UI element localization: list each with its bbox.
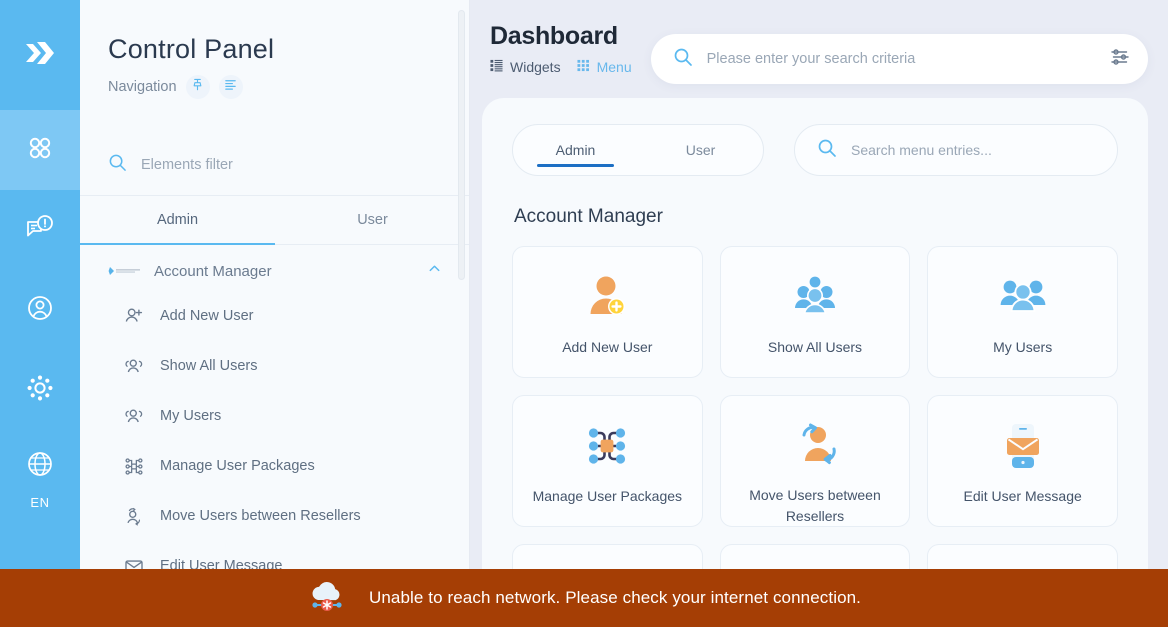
nav-item-manage-user-packages[interactable]: Manage User Packages [80,441,470,491]
tab-admin-label: Admin [555,142,596,158]
tile-label: My Users [993,339,1053,355]
pin-icon [191,78,204,96]
tab-admin[interactable]: Admin [513,125,638,175]
user-move-icon [790,420,840,471]
search-icon [817,138,837,163]
tile-move-users-between-resellers[interactable]: Move Users between Resellers [719,395,911,527]
navigation-header: Control Panel Navigation [80,0,470,99]
phone-message-icon [998,420,1048,472]
global-search-input[interactable] [706,51,1096,67]
menu-search-input[interactable] [851,142,1095,158]
tile-manage-user-packages[interactable]: Manage User Packages [512,395,703,527]
users-blue-icon [790,271,840,323]
icon-rail: EN [0,0,80,627]
list-grid-icon [490,59,503,75]
cloud-disconnected-icon [307,580,347,617]
nav-group-account-manager[interactable]: Account Manager [80,251,470,291]
navigation-panel: Control Panel Navigation Elements filter… [80,0,470,627]
tile-label: Show All Users [767,339,863,355]
sliders-icon[interactable] [1110,47,1130,72]
nav-tab-admin[interactable]: Admin [80,196,275,245]
user-circle-icon [26,294,54,327]
tile-edit-user-message[interactable]: Edit User Message [927,395,1118,527]
nav-item-label: Manage User Packages [160,458,315,474]
toast-message: Unable to reach network. Please check yo… [368,588,862,607]
nav-tab-admin-label: Admin [156,212,199,228]
tile-label: Add New User [562,339,653,355]
nav-item-show-all-users[interactable]: Show All Users [80,341,470,391]
navigation-subtitle: Navigation [108,79,177,95]
nav-item-label: My Users [160,408,222,424]
sidebar-item-profile[interactable] [0,270,80,350]
content-card: Admin User Account Manage [482,98,1148,627]
nav-tab-user-label: User [357,212,388,228]
header-links: Widgets Menu [490,59,632,75]
tile-label: Edit User Message [963,488,1082,504]
sidebar-item-settings[interactable] [0,350,80,430]
chevron-up-icon[interactable] [427,261,442,281]
language-switcher[interactable]: EN [0,450,80,510]
globe-icon [26,450,54,483]
grid-squares-icon [577,59,590,75]
navigation-tabs: Admin User [80,195,470,245]
header-link-label: Widgets [510,59,561,75]
search-icon [108,153,127,177]
global-search-bar [650,34,1148,84]
message-alert-icon [25,213,55,248]
content-toolbar: Admin User [512,124,1118,176]
header-link-widgets[interactable]: Widgets [490,59,561,75]
brand-mark-icon [108,266,142,276]
pin-button[interactable] [185,75,210,99]
tab-user-label: User [685,142,716,158]
package-nodes-icon [124,456,144,476]
sidebar-item-notifications[interactable] [0,190,80,270]
nav-item-move-users-between-resellers[interactable]: Move Users between Resellers [80,491,470,541]
tile-label: Move Users between Resellers [749,487,881,524]
user-plus-icon [124,306,144,326]
list-indent-icon [224,78,237,96]
sidebar-item-dashboard[interactable] [0,110,80,190]
gear-icon [26,374,54,407]
header-link-label: Menu [596,59,632,75]
section-title: Account Manager [514,206,663,227]
main-header: Dashboard Widgets Menu Please enter your… [482,0,1148,84]
users-group-icon [124,356,144,376]
nav-item-label: Move Users between Resellers [160,508,361,524]
tile-label: Manage User Packages [532,488,683,504]
app-root: EN Control Panel Navigation Elements fil… [0,0,1168,627]
search-icon [673,47,693,72]
navigation-scrollbar[interactable] [458,10,465,280]
double-chevron-right-icon [20,33,60,78]
nav-item-label: Show All Users [160,358,258,374]
users-group-icon [124,406,144,426]
content-tabs: Admin User [512,124,764,176]
language-label: EN [30,495,50,510]
nav-item-add-new-user[interactable]: Add New User [80,291,470,341]
menu-search-bar [794,124,1118,176]
users-blue-wide-icon [998,271,1048,323]
elements-filter-input[interactable] [141,157,442,173]
tile-my-users[interactable]: My Users [927,246,1118,378]
package-network-icon [582,420,632,472]
tile-add-new-user[interactable]: Add New User [512,246,703,378]
nav-group-label: Account Manager [154,262,272,280]
collapse-menu-button[interactable] [218,75,243,99]
user-transfer-icon [124,506,144,526]
user-add-orange-icon [582,271,632,323]
page-title: Dashboard [490,22,618,50]
control-panel-title: Control Panel [108,34,275,64]
tile-show-all-users[interactable]: Show All Users [719,246,911,378]
app-logo[interactable] [0,0,80,110]
nav-tab-user[interactable]: User [275,196,470,244]
elements-filter-row [80,139,470,191]
nav-item-label: Add New User [160,308,254,324]
grid-dots-icon [26,134,54,167]
nav-item-my-users[interactable]: My Users [80,391,470,441]
main-content: Dashboard Widgets Menu Please enter your… [470,0,1168,627]
header-link-menu[interactable]: Menu [577,59,632,75]
tab-user[interactable]: User [638,125,763,175]
network-error-toast: Unable to reach network. Please check yo… [0,569,1168,627]
